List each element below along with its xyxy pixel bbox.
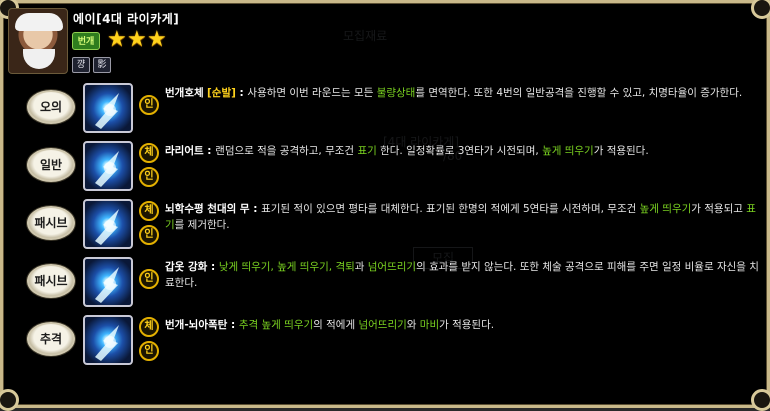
skill-name: 번개호체	[165, 87, 204, 99]
skill-category-label: 패시브	[27, 206, 75, 240]
description-text: 를 제거한다.	[174, 219, 230, 231]
skill-icon[interactable]	[83, 315, 133, 365]
skill-name: 뇌학수평 천대의 무	[165, 203, 250, 215]
portrait-hair	[15, 13, 63, 31]
status-keyword: 마비	[419, 319, 440, 331]
chakra-type-badge: 체	[139, 201, 159, 221]
skill-icon[interactable]	[83, 141, 133, 191]
skill-description: 갑옷 강화 : 낮게 띄우기, 높게 띄우기, 격퇴과 넘어뜨리기의 효과를 받…	[165, 259, 761, 291]
skill-name-separator: :	[249, 203, 262, 215]
chakra-type-badge: 인	[139, 95, 159, 115]
skill-icon[interactable]	[83, 199, 133, 249]
chakra-type-badge: 체	[139, 143, 159, 163]
description-text: 한다. 일정확률로 3연타가 시전되며,	[376, 145, 543, 157]
skill-description: 라리어트 : 랜덤으로 적을 공격하고, 무조건 표기 한다. 일정확률로 3연…	[165, 143, 761, 159]
skill-category-label: 일반	[27, 148, 75, 182]
skill-name-separator: :	[207, 261, 219, 273]
character-name: 에이[4대 라이카게]	[73, 12, 180, 26]
star-icon: ★	[147, 27, 167, 52]
attribute-tag-icon[interactable]: 꺙	[72, 57, 90, 73]
description-text: 과	[354, 261, 368, 273]
shadow-tag-icon[interactable]: 影	[93, 57, 111, 73]
skill-name: 갑옷 강화	[165, 261, 208, 273]
star-icon: ★	[107, 27, 127, 52]
description-text: 를 면역한다. 또한 4번의 일반공격을 진행할 수 있고, 치명타율이 증가한…	[415, 87, 743, 99]
skill-name: 번개-뇌아폭탄	[165, 319, 228, 331]
description-text: 와	[406, 319, 420, 331]
skill-category-label: 추격	[27, 322, 75, 356]
portrait-beard	[23, 49, 55, 69]
description-text: 가 적용된다.	[439, 319, 495, 331]
status-keyword: 넘어뜨리기	[358, 319, 407, 331]
character-portrait	[8, 8, 68, 74]
skill-category-label: 오의	[27, 90, 75, 124]
skill-row: 패시브 체 인 뇌학수평 천대의 무 : 표기된 적이 있으면 평타를 대체한다. 표…	[23, 197, 763, 255]
skill-row: 패시브 인 갑옷 강화 : 낮게 띄우기, 높게 띄우기, 격퇴과 넘어뜨리기의 효…	[23, 255, 763, 313]
skill-description: 번개-뇌아폭탄 : 추격 높게 띄우기의 적에게 넘어뜨리기와 마비가 적용된다…	[165, 317, 761, 333]
description-text: 가 적용되고	[691, 203, 747, 215]
skill-list: 오의 인 번개호체 [순발] : 사용하면 이번 라운드는 모든 불량상태를 면역한…	[23, 81, 763, 399]
skill-name-separator: :	[203, 145, 216, 157]
skill-name-separator: :	[227, 319, 239, 331]
description-text: 사용하면 이번 라운드는 모든	[247, 87, 377, 99]
skill-row: 추격 체 인 번개-뇌아폭탄 : 추격 높게 띄우기의 적에게 넘어뜨리기와 마비가 …	[23, 313, 763, 371]
skill-name-separator: :	[235, 87, 248, 99]
star-icon: ★	[127, 27, 147, 52]
skill-description: 번개호체 [순발] : 사용하면 이번 라운드는 모든 불량상태를 면역한다. …	[165, 85, 761, 101]
skill-icon[interactable]	[83, 257, 133, 307]
description-text: 표기된 적이 있으면 평타를 대체한다. 표기된 한명의 적에게 5연타를 시전…	[261, 203, 640, 215]
chakra-type-badge: 인	[139, 167, 159, 187]
skill-timing-tag: [순발]	[206, 87, 236, 99]
status-keyword: 불량상태	[376, 87, 416, 99]
description-text: 랜덤으로 적을 공격하고, 무조건	[215, 145, 358, 157]
ghost-recruit-materials: 모집재료	[343, 29, 388, 43]
status-keyword: 넘어뜨리기	[367, 261, 417, 273]
status-keyword: 높게 띄우기	[639, 203, 692, 215]
status-keyword: 낮게 띄우기, 높게 띄우기, 격퇴	[218, 261, 355, 273]
skill-icon[interactable]	[83, 83, 133, 133]
chakra-type-badge: 인	[139, 341, 159, 361]
chakra-type-badge: 체	[139, 317, 159, 337]
status-keyword: 표기	[357, 145, 377, 157]
skill-row: 오의 인 번개호체 [순발] : 사용하면 이번 라운드는 모든 불량상태를 면역한…	[23, 81, 763, 139]
status-keyword: 추격 높게 띄우기	[238, 319, 314, 331]
skill-info-window: 모집재료 [4대 라이카게] /80 모집 에이[4대 라이카게] 번개 ★ ★…	[0, 0, 770, 411]
description-text: 의 적에게	[313, 319, 359, 331]
element-badge: 번개	[72, 32, 100, 50]
chakra-type-badge: 인	[139, 225, 159, 245]
skill-row: 일반 체 인 라리어트 : 랜덤으로 적을 공격하고, 무조건 표기 한다. 일정확률…	[23, 139, 763, 197]
chakra-type-badge: 인	[139, 269, 159, 289]
description-text: 가 적용된다.	[593, 145, 649, 157]
status-keyword: 높게 띄우기	[542, 145, 594, 157]
skill-name: 라리어트	[165, 145, 204, 157]
skill-description: 뇌학수평 천대의 무 : 표기된 적이 있으면 평타를 대체한다. 표기된 한명…	[165, 201, 761, 233]
frame-corner-ornament	[751, 0, 770, 19]
skill-category-label: 패시브	[27, 264, 75, 298]
